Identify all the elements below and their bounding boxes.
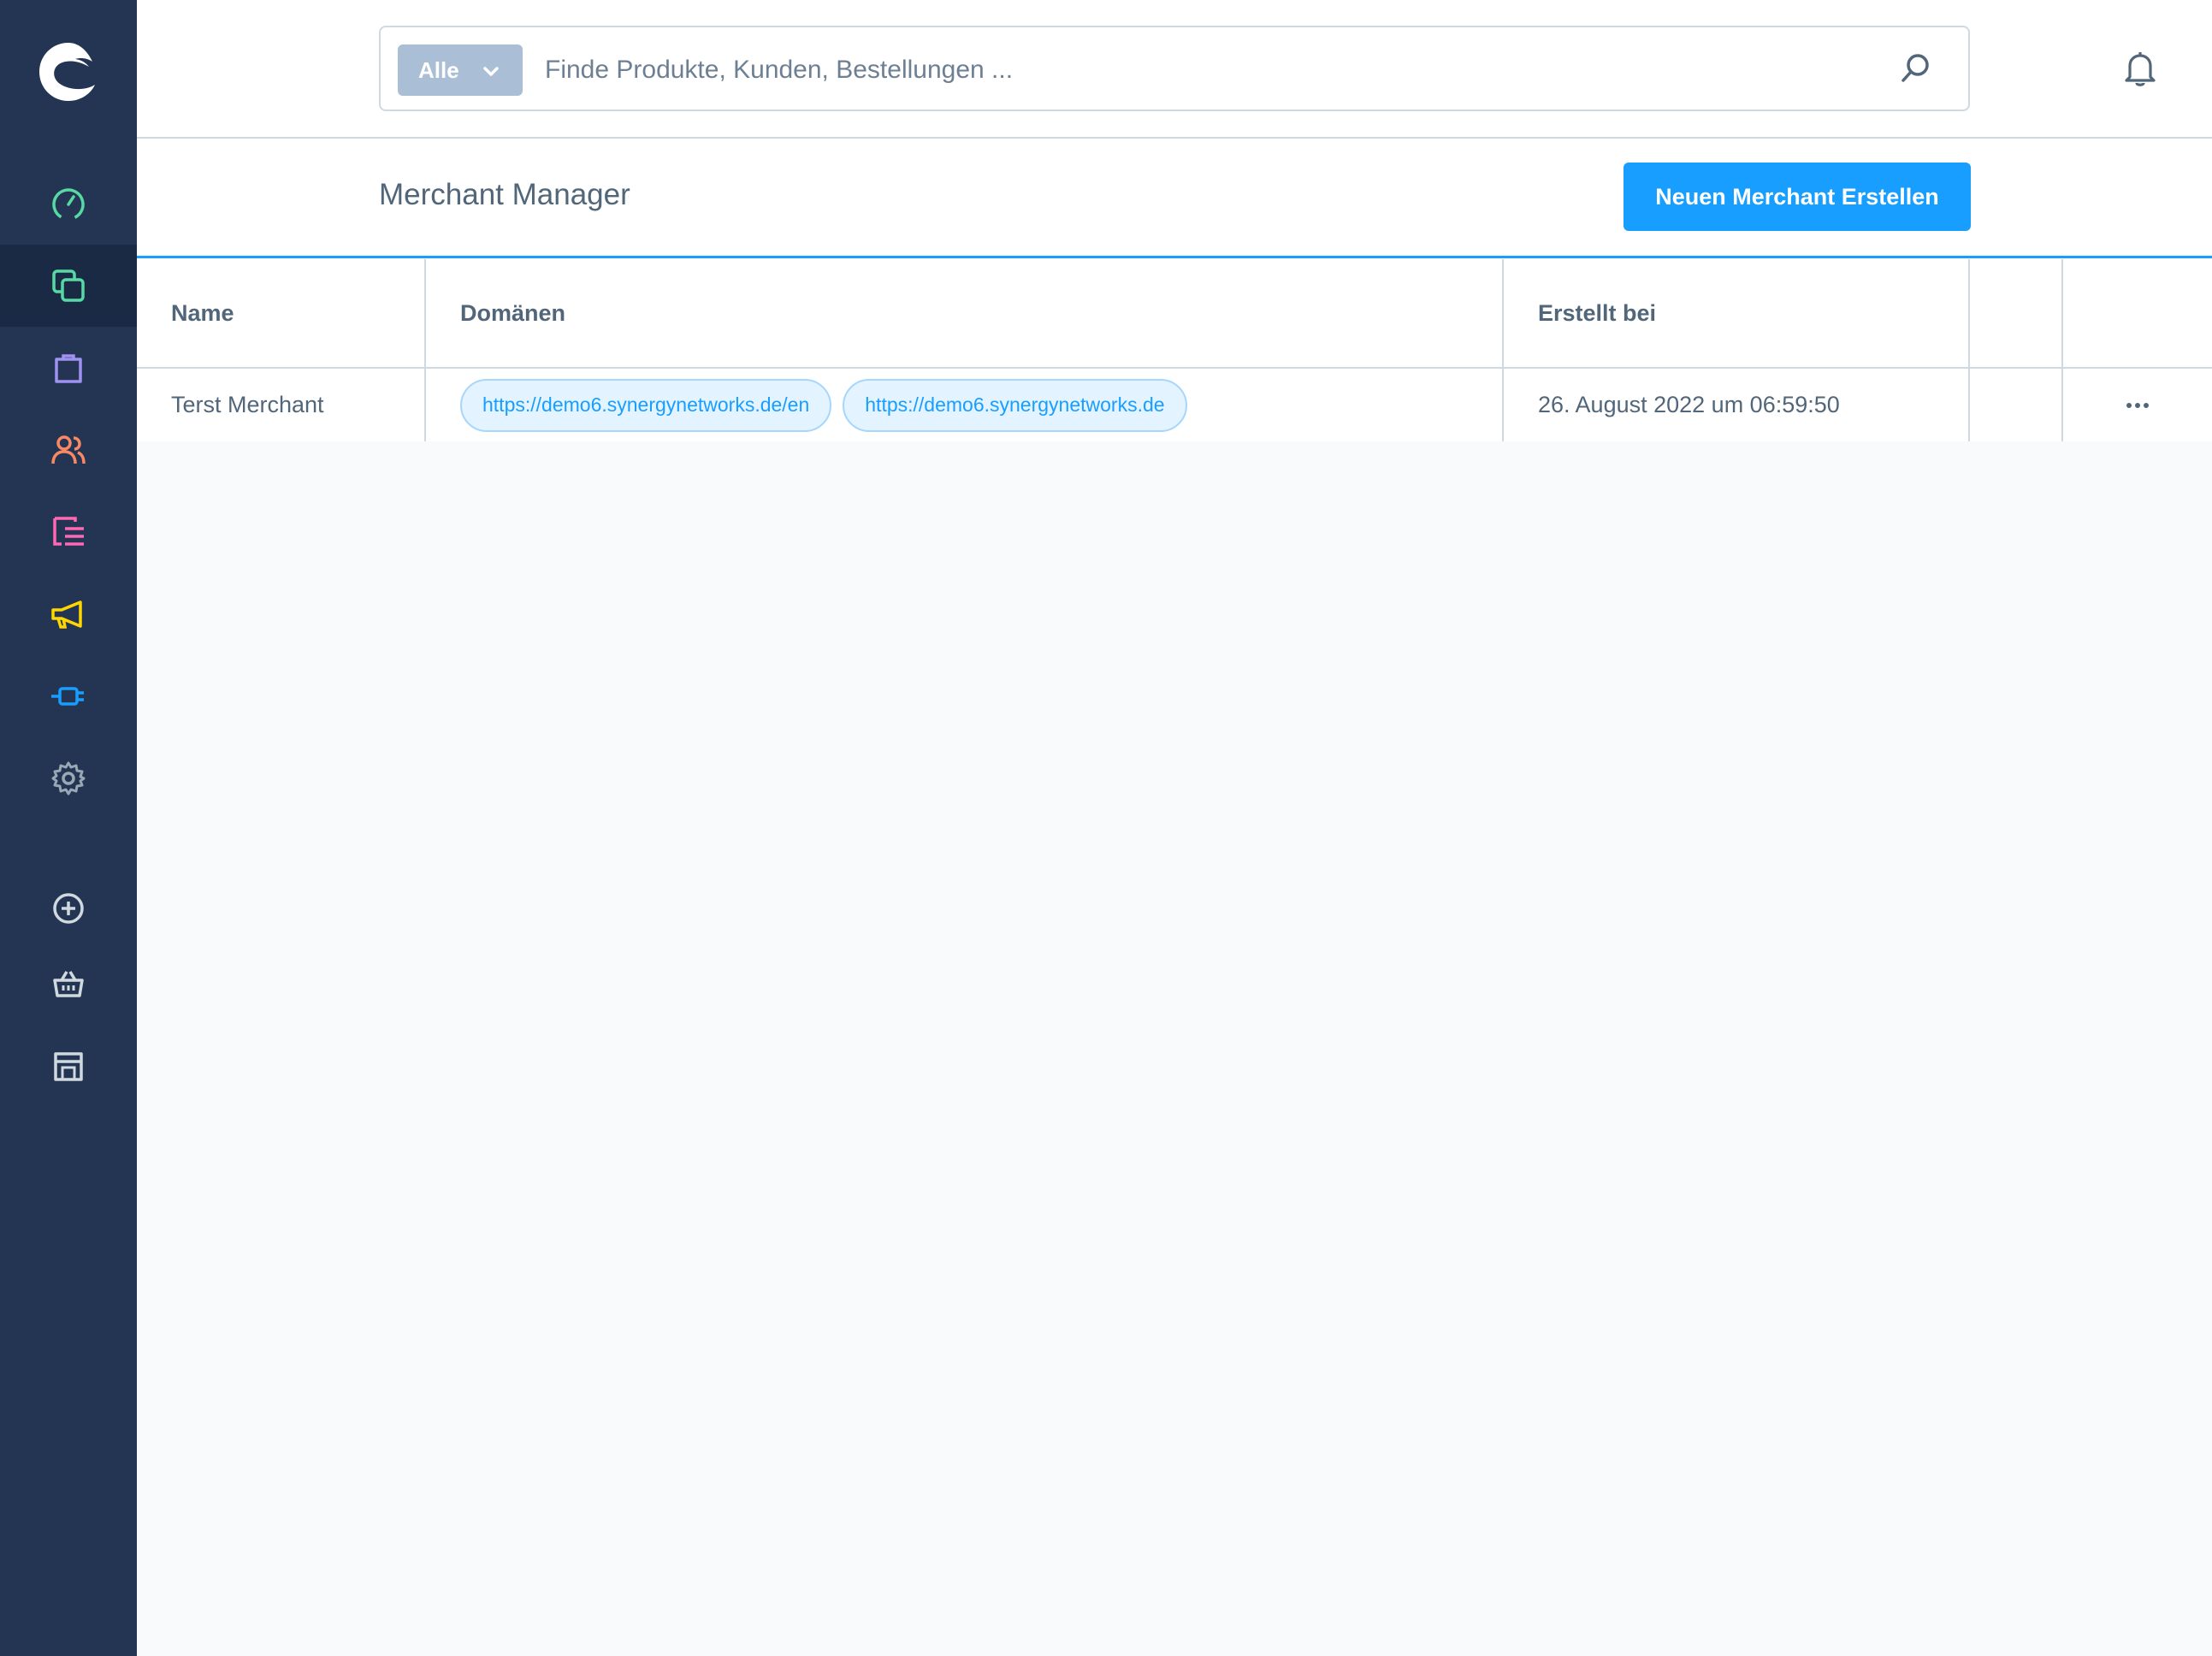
domain-pill[interactable]: https://demo6.synergynetworks.de — [843, 378, 1187, 432]
domain-pill[interactable]: https://demo6.synergynetworks.de/en — [460, 378, 832, 432]
add-sales-channel-icon — [53, 893, 84, 924]
sidebar-item-marketing[interactable] — [0, 573, 137, 655]
dashboard-icon — [52, 188, 85, 221]
headless-icon — [54, 1052, 83, 1081]
search-icon[interactable] — [1898, 51, 1932, 86]
catalogues-icon — [52, 269, 85, 302]
customers-icon — [51, 435, 86, 464]
merchant-table: Name Domänen Erstellt bei Terst Merchant… — [137, 259, 2212, 441]
sidebar-item-customers[interactable] — [0, 409, 137, 491]
column-header-name[interactable]: Name — [137, 259, 426, 367]
search-type-label: Alle — [418, 56, 459, 83]
table-row[interactable]: Terst Merchant https://demo6.synergynetw… — [137, 369, 2212, 441]
column-header-empty — [1970, 259, 2063, 367]
domains-cell: https://demo6.synergynetworks.de/en http… — [426, 369, 1504, 441]
column-header-domains[interactable]: Domänen — [426, 259, 1504, 367]
notifications-bell-icon[interactable] — [2120, 48, 2161, 89]
admin-sidebar — [0, 0, 137, 1656]
storefront-icon — [53, 971, 84, 997]
settings-icon — [51, 761, 86, 795]
shopware-logo-icon[interactable] — [34, 38, 103, 106]
search-input[interactable] — [545, 44, 1862, 96]
sidebar-item-dashboard[interactable] — [0, 163, 137, 245]
sidebar-add-sales-channel[interactable] — [0, 867, 137, 949]
extensions-icon — [51, 687, 84, 706]
row-actions-cell — [2063, 369, 2212, 441]
search-type-dropdown[interactable]: Alle — [398, 44, 523, 96]
sidebar-item-extensions[interactable] — [0, 655, 137, 737]
column-header-actions — [2063, 259, 2212, 367]
chevron-down-icon — [483, 67, 499, 76]
content-icon — [53, 517, 84, 546]
page-title: Merchant Manager — [379, 178, 630, 211]
sidebar-item-orders[interactable] — [0, 327, 137, 409]
top-bar: Alle — [137, 0, 2212, 139]
marketing-icon — [51, 600, 82, 629]
sidebar-item-settings[interactable] — [0, 737, 137, 819]
more-actions-icon[interactable] — [2120, 397, 2155, 414]
merchant-name-cell: Terst Merchant — [137, 369, 426, 441]
sidebar-item-catalogues[interactable] — [0, 245, 137, 327]
page-header: Merchant Manager Neuen Merchant Erstelle… — [137, 139, 2212, 258]
sidebar-sales-channel-storefront[interactable] — [0, 943, 137, 1025]
sidebar-sales-channel-headless[interactable] — [0, 1025, 137, 1107]
orders-icon — [55, 354, 82, 383]
table-header-row: Name Domänen Erstellt bei — [137, 259, 2212, 369]
created-at-cell: 26. August 2022 um 06:59:50 — [1504, 369, 1970, 441]
column-header-created[interactable]: Erstellt bei — [1504, 259, 1970, 367]
global-search: Alle — [379, 26, 1970, 111]
create-merchant-button[interactable]: Neuen Merchant Erstellen — [1624, 163, 1971, 231]
sidebar-item-content[interactable] — [0, 491, 137, 573]
empty-cell — [1970, 369, 2063, 441]
